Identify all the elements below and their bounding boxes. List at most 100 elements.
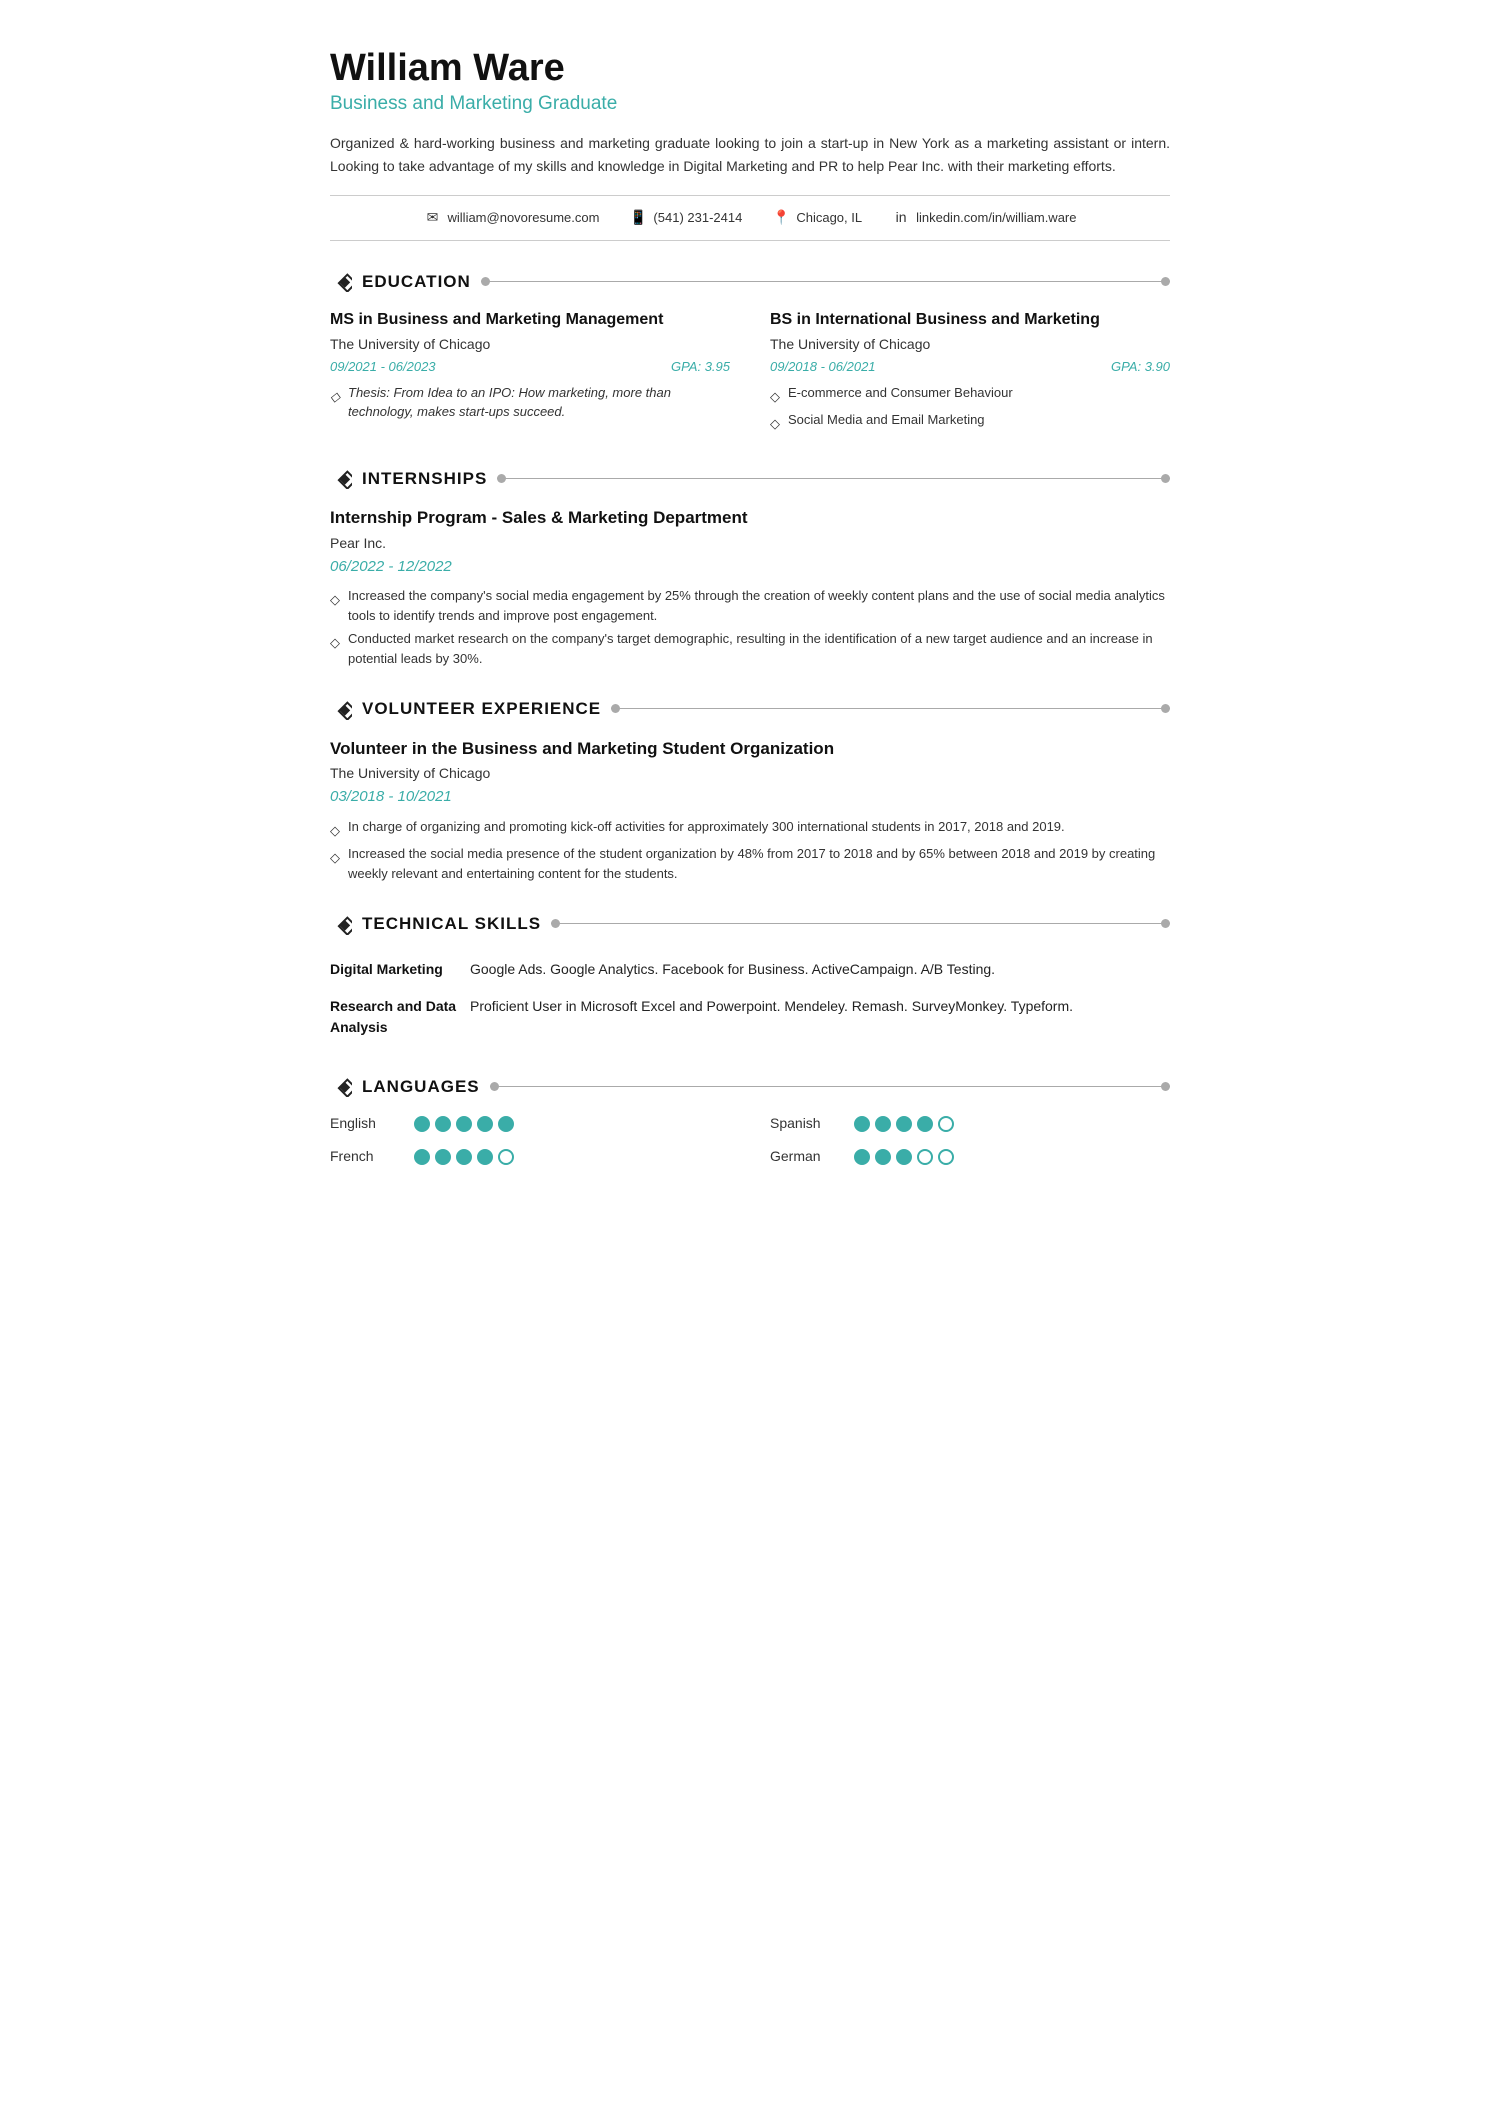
internship-dates: 06/2022 - 12/2022 (330, 556, 1170, 579)
edu-bs-degree: BS in International Business and Marketi… (770, 308, 1170, 332)
volunteer-section-title: VOLUNTEER EXPERIENCE (362, 696, 601, 722)
education-section-title: EDUCATION (362, 269, 471, 295)
skills-value-digital: Google Ads. Google Analytics. Facebook f… (470, 951, 1170, 988)
dot-1 (414, 1116, 430, 1132)
internship-bullets: ◇ Increased the company's social media e… (330, 586, 1170, 668)
edu-ms-bullets: ◇ Thesis: From Idea to an IPO: How marke… (330, 383, 730, 422)
lang-german-name: German (770, 1146, 840, 1167)
languages-diamond-icon (330, 1075, 352, 1097)
internship-company: Pear Inc. (330, 533, 1170, 554)
contact-linkedin: in linkedin.com/in/william.ware (892, 208, 1076, 228)
volunteer-entries: Volunteer in the Business and Marketing … (330, 736, 1170, 884)
dot-4 (917, 1149, 933, 1165)
lang-spanish-name: Spanish (770, 1113, 840, 1134)
email-icon: ✉ (424, 211, 442, 225)
skills-section-line (551, 923, 1170, 924)
dot-4 (477, 1116, 493, 1132)
bullet-diamond-icon: ◇ (770, 387, 780, 407)
internship-bullet-1: ◇ Increased the company's social media e… (330, 586, 1170, 625)
education-section-header: EDUCATION (330, 269, 1170, 295)
dot-1 (854, 1149, 870, 1165)
skills-diamond-icon (330, 913, 352, 935)
bullet-diamond-icon: ◇ (330, 821, 340, 841)
education-section-line (481, 281, 1170, 282)
internship-bullet-2: ◇ Conducted market research on the compa… (330, 629, 1170, 668)
dot-5 (938, 1116, 954, 1132)
bullet-diamond-icon: ◇ (330, 387, 340, 407)
volunteer-diamond-icon (330, 698, 352, 720)
volunteer-bullet-1: ◇ In charge of organizing and promoting … (330, 817, 1170, 841)
edu-ms-gpa: GPA: 3.95 (671, 357, 730, 377)
education-entry-ms: MS in Business and Marketing Management … (330, 308, 730, 438)
resume-header: William Ware Business and Marketing Grad… (330, 48, 1170, 177)
bullet-diamond-icon: ◇ (330, 633, 340, 653)
dot-3 (456, 1116, 472, 1132)
lang-german: German (770, 1146, 1170, 1167)
volunteer-entry-1: Volunteer in the Business and Marketing … (330, 736, 1170, 884)
bullet-diamond-icon: ◇ (330, 848, 340, 868)
internships-entries: Internship Program - Sales & Marketing D… (330, 505, 1170, 668)
internships-section-line (497, 478, 1170, 479)
edu-bs-bullet-1: ◇ E-commerce and Consumer Behaviour (770, 383, 1170, 407)
volunteer-dates: 03/2018 - 10/2021 (330, 786, 1170, 809)
dot-2 (435, 1149, 451, 1165)
edu-bs-dates: 09/2018 - 06/2021 (770, 357, 876, 377)
edu-ms-institution: The University of Chicago (330, 334, 730, 355)
internships-section-header: INTERNSHIPS (330, 466, 1170, 492)
edu-bs-bullets: ◇ E-commerce and Consumer Behaviour ◇ So… (770, 383, 1170, 434)
lang-spanish: Spanish (770, 1113, 1170, 1134)
skills-row-digital: Digital Marketing Google Ads. Google Ana… (330, 951, 1170, 988)
education-entries: MS in Business and Marketing Management … (330, 308, 1170, 438)
edu-ms-dates: 09/2021 - 06/2023 (330, 357, 436, 377)
contact-email: ✉ william@novoresume.com (424, 208, 600, 228)
volunteer-bullet-2: ◇ Increased the social media presence of… (330, 844, 1170, 883)
volunteer-bullets: ◇ In charge of organizing and promoting … (330, 817, 1170, 884)
languages-section-line (490, 1086, 1170, 1087)
skills-label-research: Research and Data Analysis (330, 988, 470, 1046)
dot-5 (498, 1149, 514, 1165)
languages-grid: English Spanish French Ger (330, 1113, 1170, 1167)
dot-3 (896, 1116, 912, 1132)
edu-bs-institution: The University of Chicago (770, 334, 1170, 355)
lang-spanish-dots (854, 1116, 954, 1132)
lang-german-dots (854, 1149, 954, 1165)
volunteer-section-header: VOLUNTEER EXPERIENCE (330, 696, 1170, 722)
dot-2 (875, 1149, 891, 1165)
contact-bar: ✉ william@novoresume.com 📱 (541) 231-241… (330, 195, 1170, 241)
skills-table: Digital Marketing Google Ads. Google Ana… (330, 951, 1170, 1046)
contact-phone: 📱 (541) 231-2414 (629, 208, 742, 228)
skills-row-research: Research and Data Analysis Proficient Us… (330, 988, 1170, 1046)
candidate-subtitle: Business and Marketing Graduate (330, 90, 1170, 119)
languages-section-title: LANGUAGES (362, 1074, 480, 1100)
edu-ms-bullet-1: ◇ Thesis: From Idea to an IPO: How marke… (330, 383, 730, 422)
edu-bs-gpa: GPA: 3.90 (1111, 357, 1170, 377)
lang-french-name: French (330, 1146, 400, 1167)
education-diamond-icon (330, 270, 352, 292)
internships-diamond-icon (330, 467, 352, 489)
location-icon: 📍 (772, 211, 790, 225)
skills-label-digital: Digital Marketing (330, 951, 470, 988)
internships-section-title: INTERNSHIPS (362, 466, 487, 492)
dot-4 (917, 1116, 933, 1132)
dot-2 (875, 1116, 891, 1132)
lang-english: English (330, 1113, 730, 1134)
bullet-diamond-icon: ◇ (770, 414, 780, 434)
lang-french-dots (414, 1149, 514, 1165)
linkedin-icon: in (892, 211, 910, 225)
skills-section-header: TECHNICAL SKILLS (330, 911, 1170, 937)
edu-ms-degree: MS in Business and Marketing Management (330, 308, 730, 332)
dot-3 (456, 1149, 472, 1165)
bullet-diamond-icon: ◇ (330, 590, 340, 610)
lang-english-dots (414, 1116, 514, 1132)
languages-section-header: LANGUAGES (330, 1074, 1170, 1100)
edu-bs-dates-gpa: 09/2018 - 06/2021 GPA: 3.90 (770, 357, 1170, 377)
candidate-name: William Ware (330, 48, 1170, 90)
dot-1 (414, 1149, 430, 1165)
dot-5 (498, 1116, 514, 1132)
volunteer-title: Volunteer in the Business and Marketing … (330, 736, 1170, 762)
lang-french: French (330, 1146, 730, 1167)
phone-icon: 📱 (629, 211, 647, 225)
lang-english-name: English (330, 1113, 400, 1134)
edu-ms-dates-gpa: 09/2021 - 06/2023 GPA: 3.95 (330, 357, 730, 377)
education-entry-bs: BS in International Business and Marketi… (770, 308, 1170, 438)
